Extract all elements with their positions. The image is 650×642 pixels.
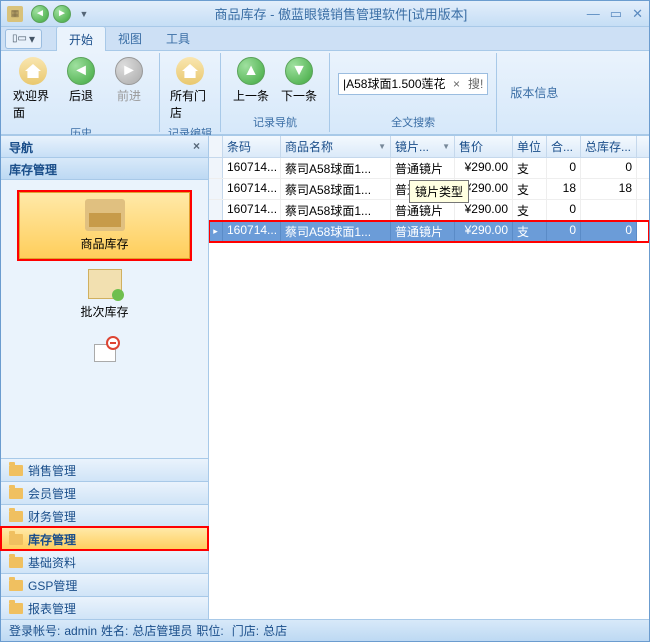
quick-forward-button[interactable]: ► [53, 5, 71, 23]
up-icon: ▲ [237, 57, 265, 85]
menubar: ▯▭ ▾ 开始 视图 工具 [1, 27, 649, 51]
close-button[interactable]: ✕ [632, 6, 643, 22]
nav-body: 商品库存 批次库存 [1, 180, 208, 458]
home-stop-icon [90, 336, 120, 362]
sidebar-item-batch-stock[interactable]: 批次库存 [19, 263, 190, 326]
col-unit[interactable]: 单位 [513, 136, 547, 157]
quick-dropdown[interactable]: ▼ [75, 5, 93, 23]
tooltip-lens-type: 镜片类型 [409, 180, 469, 203]
grid-header: 条码 商品名称▼ 镜片...▼ 售价 单位 合... 总库存... [209, 136, 649, 158]
tab-start[interactable]: 开始 [56, 26, 106, 52]
content: 导航× 库存管理 商品库存 批次库存 销售管理会员管理财务管理库存管理基础资料G… [1, 135, 649, 619]
group-edit: 所有门店 记录编辑 [160, 53, 221, 132]
version-button[interactable]: 版本信息 [505, 55, 563, 130]
category-6[interactable]: 报表管理 [1, 596, 208, 619]
group-version: 版本信息 [497, 53, 571, 132]
forward-icon: ► [115, 57, 143, 85]
folder-icon [9, 580, 23, 591]
status-name-label: 姓名: [101, 622, 128, 639]
status-name-value: 总店管理员 [132, 622, 192, 639]
allstore-button[interactable]: 所有门店 [168, 55, 212, 123]
category-0[interactable]: 销售管理 [1, 458, 208, 481]
table-row[interactable]: ▸160714...蔡司A58球面1...普通镜片¥290.00支00 [209, 221, 649, 242]
tab-view[interactable]: 视图 [106, 26, 154, 51]
table-row[interactable]: 160714...蔡司A58球面1...普通镜片¥290.00支00 [209, 158, 649, 179]
status-pos-label: 职位: [196, 622, 223, 639]
main-grid: 条码 商品名称▼ 镜片...▼ 售价 单位 合... 总库存... 镜片类型 1… [209, 136, 649, 619]
col-price[interactable]: 售价 [455, 136, 513, 157]
col-lens[interactable]: 镜片...▼ [391, 136, 455, 157]
back-icon: ◄ [67, 57, 95, 85]
titlebar: ▦ ◄ ► ▼ 商品库存 - 傲蓝眼镜销售管理软件[试用版本] — ▭ ✕ [1, 1, 649, 27]
status-store-value: 总店 [263, 622, 287, 639]
batch-icon [88, 269, 122, 299]
sidebar-item-label: 批次库存 [80, 303, 128, 320]
nav-subheader: 库存管理 [1, 158, 208, 180]
group-nav: ▲上一条 ▼下一条 记录导航 [221, 53, 330, 132]
folder-icon [9, 534, 23, 545]
group-search: × 搜! 全文搜索 [330, 53, 497, 132]
app-icon: ▦ [7, 6, 23, 22]
window-title: 商品库存 - 傲蓝眼镜销售管理软件[试用版本] [95, 4, 587, 23]
welcome-button[interactable]: 欢迎界面 [11, 55, 55, 123]
folder-icon [9, 488, 23, 499]
nav-header: 导航× [1, 136, 208, 158]
status-store-label: 门店: [232, 622, 259, 639]
category-2[interactable]: 财务管理 [1, 504, 208, 527]
store-icon [176, 57, 204, 85]
col-sum[interactable]: 合... [547, 136, 581, 157]
group-label-nav: 记录导航 [253, 112, 297, 130]
category-1[interactable]: 会员管理 [1, 481, 208, 504]
category-3[interactable]: 库存管理 [1, 527, 208, 550]
quick-back-button[interactable]: ◄ [31, 5, 49, 23]
clear-icon[interactable]: × [449, 77, 464, 91]
row-indicator-head [209, 136, 223, 157]
category-5[interactable]: GSP管理 [1, 573, 208, 596]
col-code[interactable]: 条码 [223, 136, 281, 157]
app-window: ▦ ◄ ► ▼ 商品库存 - 傲蓝眼镜销售管理软件[试用版本] — ▭ ✕ ▯▭… [0, 0, 650, 642]
forward-button[interactable]: ►前进 [107, 55, 151, 123]
search-box: × 搜! [338, 73, 488, 95]
minimize-button[interactable]: — [587, 6, 600, 22]
next-button[interactable]: ▼下一条 [277, 55, 321, 112]
col-stock[interactable]: 总库存... [581, 136, 637, 157]
group-history: 欢迎界面 ◄后退 ►前进 历史 [3, 53, 160, 132]
group-label-search: 全文搜索 [391, 112, 435, 130]
nav-close-icon[interactable]: × [193, 139, 200, 154]
sidebar-item-home[interactable] [19, 330, 190, 366]
status-acct-value: admin [64, 624, 97, 638]
table-row[interactable]: 160714...蔡司A58球面1...普通镜片¥290.00支0 [209, 200, 649, 221]
tab-tools[interactable]: 工具 [154, 26, 202, 51]
folder-icon [9, 465, 23, 476]
down-icon: ▼ [285, 57, 313, 85]
home-icon [19, 57, 47, 85]
statusbar: 登录帐号: admin 姓名: 总店管理员 职位: 门店: 总店 [1, 619, 649, 641]
box-icon [85, 199, 125, 231]
maximize-button[interactable]: ▭ [610, 6, 622, 22]
status-acct-label: 登录帐号: [9, 622, 60, 639]
folder-icon [9, 603, 23, 614]
layout-switch-button[interactable]: ▯▭ ▾ [5, 29, 42, 49]
back-button[interactable]: ◄后退 [59, 55, 103, 123]
col-name[interactable]: 商品名称▼ [281, 136, 391, 157]
folder-icon [9, 511, 23, 522]
search-input[interactable] [339, 77, 449, 91]
sidebar: 导航× 库存管理 商品库存 批次库存 销售管理会员管理财务管理库存管理基础资料G… [1, 136, 209, 619]
prev-button[interactable]: ▲上一条 [229, 55, 273, 112]
sidebar-item-label: 商品库存 [80, 235, 128, 252]
folder-icon [9, 557, 23, 568]
search-button[interactable]: 搜! [464, 75, 487, 92]
grid-body[interactable]: 镜片类型 160714...蔡司A58球面1...普通镜片¥290.00支00 1… [209, 158, 649, 619]
ribbon: 欢迎界面 ◄后退 ►前进 历史 所有门店 记录编辑 ▲上一条 ▼下一条 记录导航 [1, 51, 649, 135]
category-4[interactable]: 基础资料 [1, 550, 208, 573]
sidebar-item-product-stock[interactable]: 商品库存 [19, 192, 190, 259]
